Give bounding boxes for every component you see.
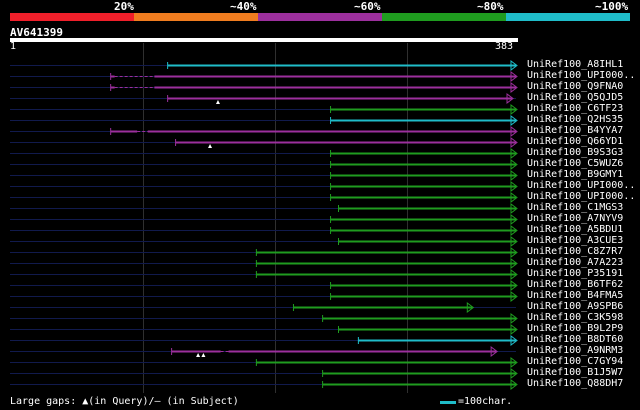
scale-key-line [440,401,456,404]
hit-label[interactable]: UniRef100_A7NYV9 [527,213,623,224]
hit-graphic [10,269,518,280]
hit-graphic [10,280,518,291]
hit-graphic [10,357,518,368]
hit-graphic [10,335,518,346]
hit-graphic [10,181,518,192]
hit-graphic [10,104,518,115]
hit-label[interactable]: UniRef100_A9NRM3 [527,345,623,356]
hit-graphic [10,126,518,137]
hit-graphic [10,137,518,148]
hit-label[interactable]: UniRef100_C7GY94 [527,356,623,367]
hit-graphic [10,148,518,159]
hit-label[interactable]: UniRef100_C8Z7R7 [527,246,623,257]
legend-label: ~40% [230,0,257,13]
hit-label[interactable]: UniRef100_P35191 [527,268,623,279]
hit-graphic [10,170,518,181]
hit-graphic [10,236,518,247]
hit-label[interactable]: UniRef100_B9L2P9 [527,323,623,334]
legend-swatch [258,13,382,21]
legend-swatch [10,13,134,21]
hit-graphic [10,93,516,104]
hit-label[interactable]: UniRef100_B1J5W7 [527,367,623,378]
legend-label: ~80% [477,0,504,13]
hit-label[interactable]: UniRef100_A7A223 [527,257,623,268]
hit-label[interactable]: UniRef100_A5BDU1 [527,224,623,235]
query-start-label: 1 [10,41,17,52]
hit-graphic [10,115,518,126]
hit-label[interactable]: UniRef100_Q2HS35 [527,114,623,125]
hit-label[interactable]: UniRef100_Q5QJD5 [527,92,623,103]
hit-graphic [10,203,518,214]
legend-label: 20% [114,0,134,13]
query-scale-bar [10,38,518,42]
hit-label[interactable]: UniRef100_B9GMY1 [527,169,623,180]
hit-label[interactable]: UniRef100_B6TF62 [527,279,623,290]
legend-swatch [506,13,630,21]
hit-label[interactable]: UniRef100_Q88DH7 [527,378,623,389]
hit-label[interactable]: UniRef100_UPI000.. [527,70,635,81]
hit-graphic [10,346,516,357]
legend-swatch [382,13,506,21]
hit-label[interactable]: UniRef100_C5WUZ6 [527,158,623,169]
hit-label[interactable]: UniRef100_Q9FNA0 [527,81,623,92]
hit-label[interactable]: UniRef100_A3CUE3 [527,235,623,246]
legend-label: ~60% [354,0,381,13]
legend-swatch [134,13,258,21]
gaps-legend: Large gaps: ▲(in Query)/– (in Subject) [10,396,239,407]
hit-graphic [10,379,518,390]
hit-graphic [10,192,518,203]
hit-label[interactable]: UniRef100_C6TF23 [527,103,623,114]
hit-label[interactable]: UniRef100_B8DT60 [527,334,623,345]
hit-graphic [10,302,516,313]
hit-label[interactable]: UniRef100_A9SPB6 [527,301,623,312]
hit-label[interactable]: UniRef100_UPI000.. [527,180,635,191]
hit-graphic [10,247,518,258]
hit-graphic [10,258,518,269]
hit-label[interactable]: UniRef100_Q66YD1 [527,136,623,147]
hit-label[interactable]: UniRef100_UPI000.. [527,191,635,202]
hit-graphic [10,60,518,71]
hit-graphic [10,214,518,225]
hit-graphic [10,71,518,82]
hit-label[interactable]: UniRef100_C1MGS3 [527,202,623,213]
hit-label[interactable]: UniRef100_B4FMA5 [527,290,623,301]
hit-graphic [10,159,518,170]
hit-graphic [10,313,518,324]
hit-graphic [10,291,518,302]
hit-graphic [10,324,518,335]
hit-label[interactable]: UniRef100_C3K598 [527,312,623,323]
hit-graphic [10,82,518,93]
hit-label[interactable]: UniRef100_A8IHL1 [527,59,623,70]
query-end-label: 383 [495,41,514,52]
scale-key-label: =100char. [458,396,513,407]
hit-row[interactable]: UniRef100_Q88DH7 [0,378,640,390]
hit-graphic [10,225,518,236]
hit-graphic [10,368,518,379]
hit-label[interactable]: UniRef100_B4YYA7 [527,125,623,136]
hit-label[interactable]: UniRef100_B9S3G3 [527,147,623,158]
legend-label: ~100% [595,0,629,13]
